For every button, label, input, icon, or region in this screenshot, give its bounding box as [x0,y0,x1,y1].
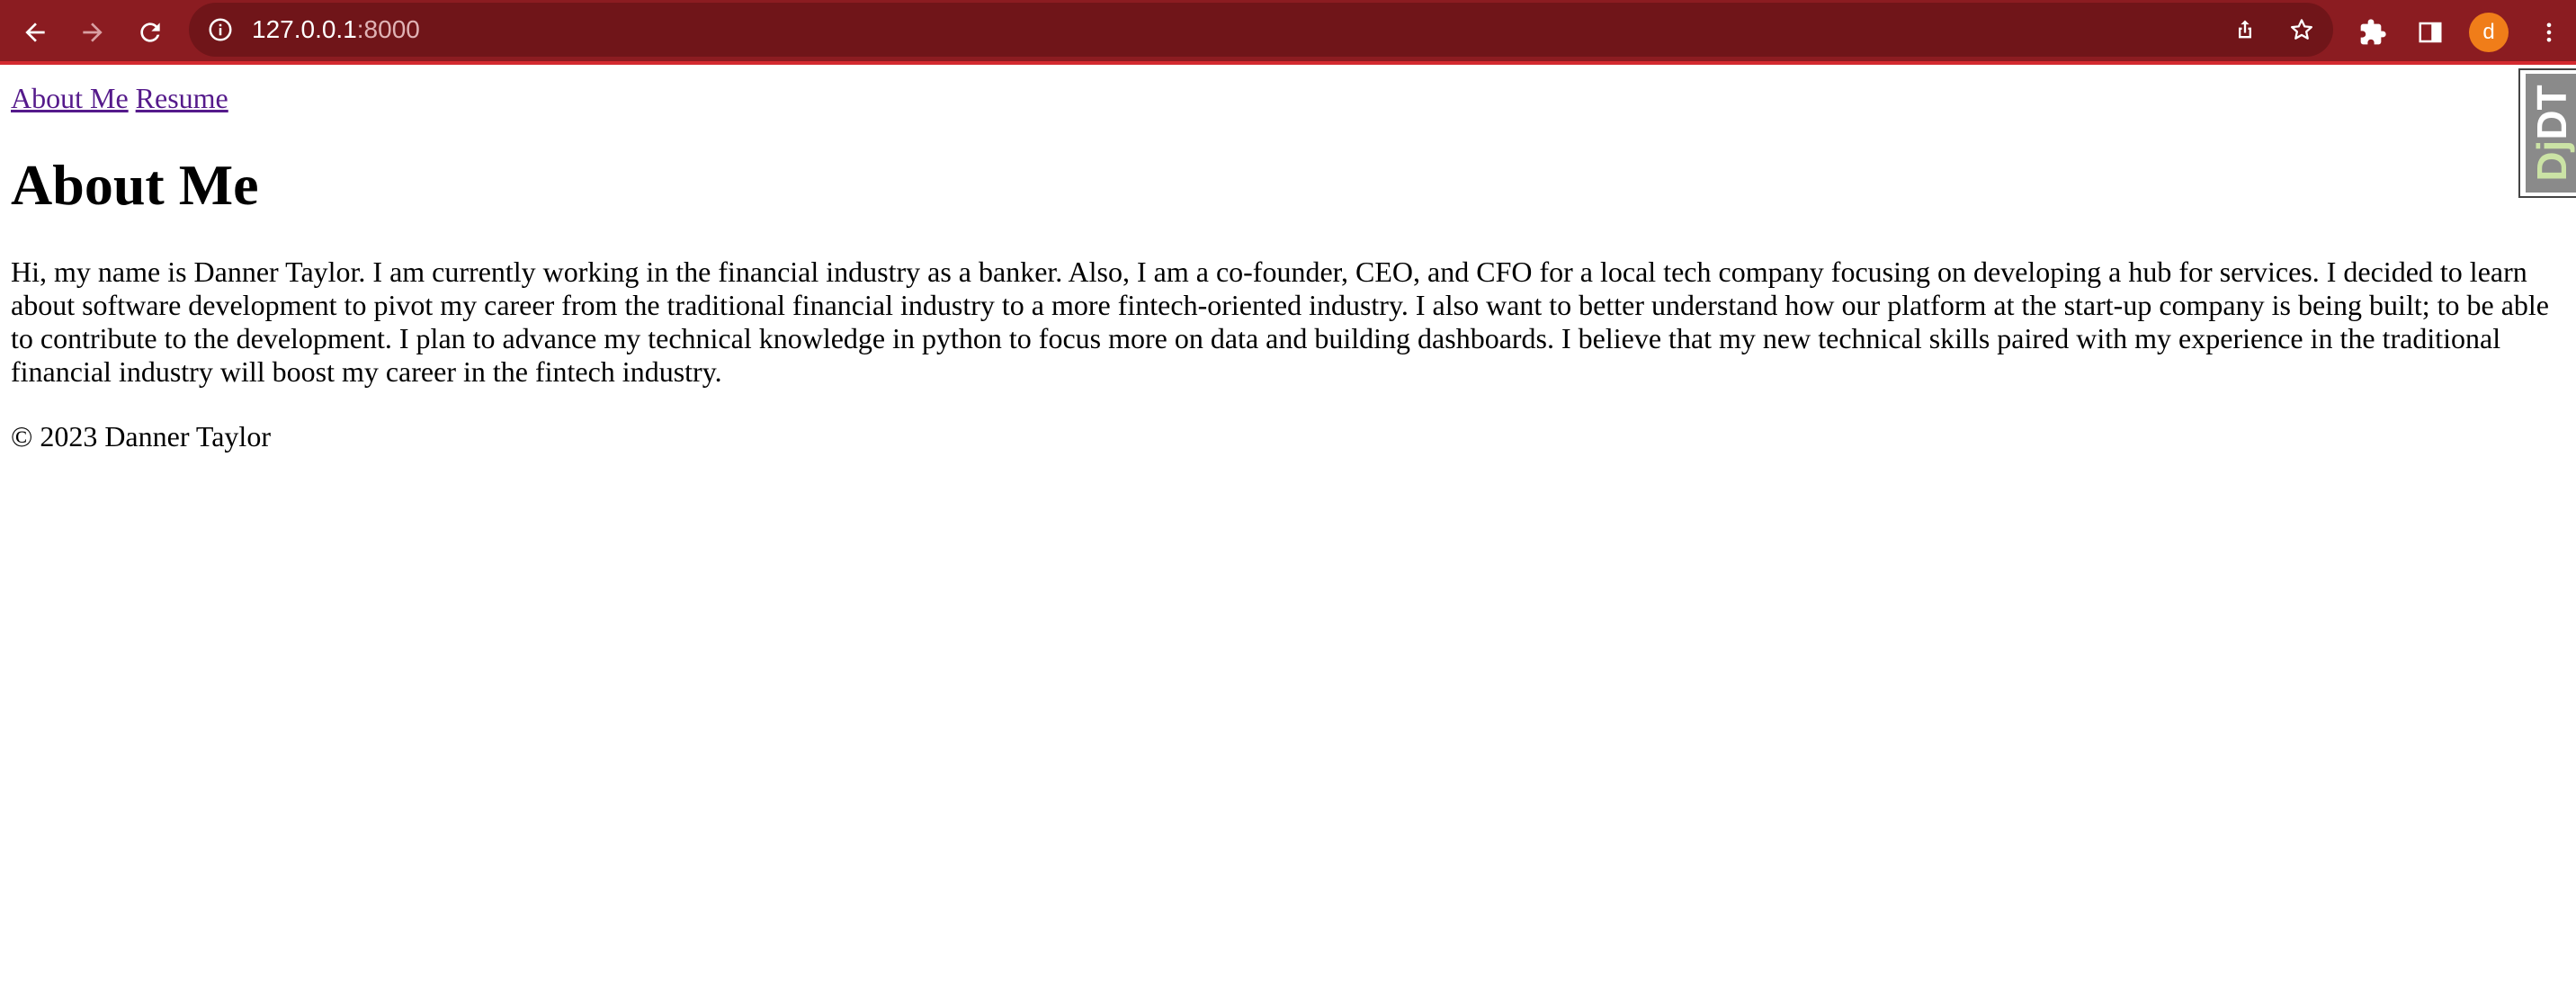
more-vert-icon [2546,22,2552,42]
address-bar[interactable]: 127.0.0.1:8000 [189,3,2333,57]
info-icon[interactable] [207,16,234,43]
url-text[interactable]: 127.0.0.1:8000 [252,3,420,57]
reload-icon [140,22,160,42]
nav-link-resume[interactable]: Resume [136,82,228,114]
nav-link-about-me[interactable]: About Me [11,82,129,114]
url-host: 127.0.0.1 [252,15,357,43]
star-icon [2291,19,2312,40]
side-panel-button[interactable] [2407,9,2454,56]
share-button[interactable] [2222,6,2268,53]
extensions-button[interactable] [2349,9,2396,56]
footer-copyright: © 2023 Danner Taylor [11,420,271,453]
djdt-label-dj: Dj [2528,139,2575,182]
forward-button[interactable] [69,9,116,56]
browser-toolbar: 127.0.0.1:8000 d [0,0,2576,65]
bookmark-star-button[interactable] [2278,6,2325,53]
menu-button[interactable] [2526,9,2572,56]
site-nav: About Me Resume [11,81,228,115]
djdt-toolbar-handle[interactable]: DjDT [2518,68,2576,198]
page-title: About Me [11,153,259,217]
bio-paragraph: Hi, my name is Danner Taylor. I am curre… [11,255,2549,388]
forward-arrow-icon [83,22,103,42]
page-content: About Me Resume About Me Hi, my name is … [0,68,2576,986]
url-port: :8000 [356,15,420,43]
extensions-puzzle-icon [2360,19,2386,45]
djdt-label-dt: DT [2528,85,2575,140]
share-icon [2239,20,2251,39]
djdt-logo-text: DjDT [2528,85,2575,182]
reload-button[interactable] [127,9,174,56]
side-panel-icon [2419,22,2442,43]
djdt-handle-inner: DjDT [2526,74,2576,193]
back-arrow-icon [25,22,45,42]
profile-avatar[interactable]: d [2469,13,2509,52]
back-button[interactable] [12,9,58,56]
